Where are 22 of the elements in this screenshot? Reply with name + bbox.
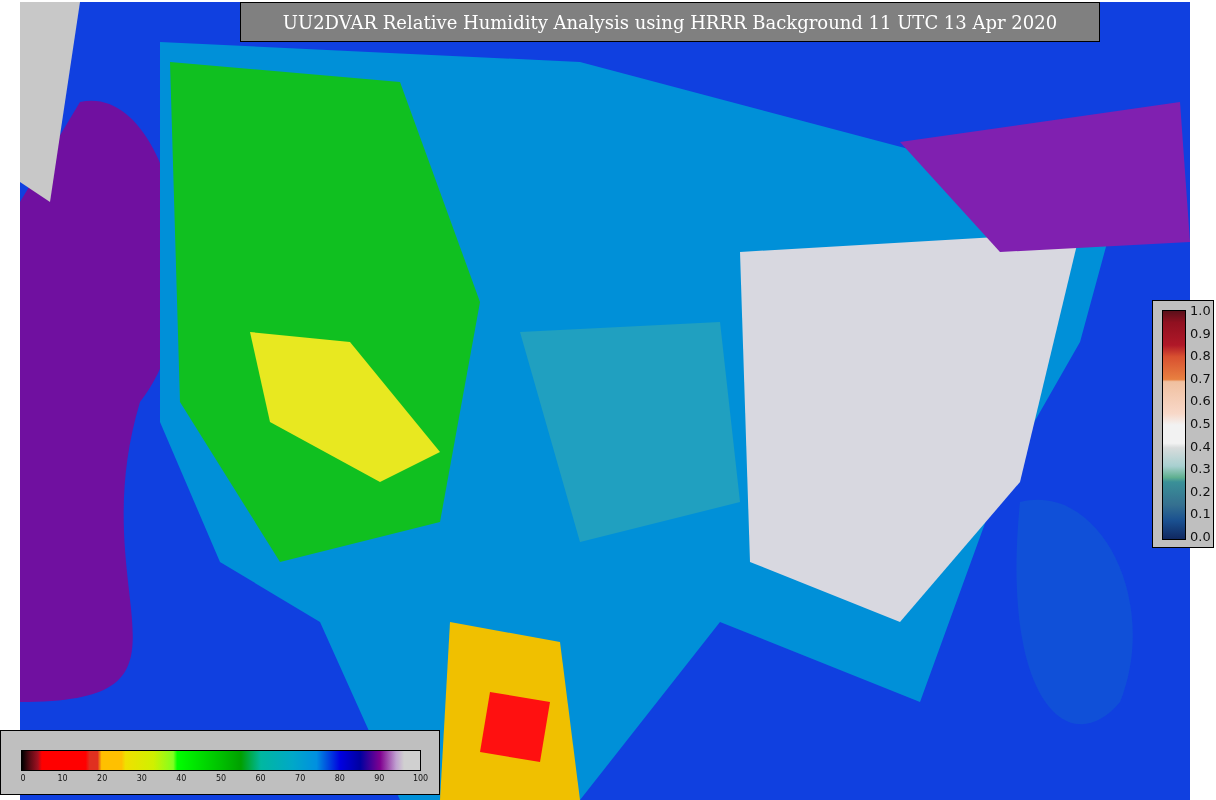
tick-label: 0.2 xyxy=(1190,484,1211,499)
tick-label: 80 xyxy=(333,774,346,783)
tick-label: 0.6 xyxy=(1190,394,1211,409)
tick-label: 0.1 xyxy=(1190,507,1211,522)
tick-label: 60 xyxy=(254,774,267,783)
tick-label: 0.5 xyxy=(1190,416,1211,431)
tick-label: 10 xyxy=(56,774,69,783)
tick-label: 90 xyxy=(373,774,386,783)
tick-label: 70 xyxy=(294,774,307,783)
tick-label: 0.8 xyxy=(1190,349,1211,364)
tick-label: 0.7 xyxy=(1190,371,1211,386)
tick-label: 0.4 xyxy=(1190,439,1211,454)
chart-title: UU2DVAR Relative Humidity Analysis using HRRR Background 11 UTC 13 Apr 2020 xyxy=(240,2,1100,42)
tick-label: 0.0 xyxy=(1190,529,1211,544)
tick-label: 0.3 xyxy=(1190,462,1211,477)
tick-label: 0.9 xyxy=(1190,326,1211,341)
tick-label: 20 xyxy=(96,774,109,783)
tick-label: 30 xyxy=(135,774,148,783)
tick-label: 1.0 xyxy=(1190,304,1211,318)
tick-label: 50 xyxy=(214,774,227,783)
tick-label: 40 xyxy=(175,774,188,783)
tick-label: 0 xyxy=(19,774,27,783)
